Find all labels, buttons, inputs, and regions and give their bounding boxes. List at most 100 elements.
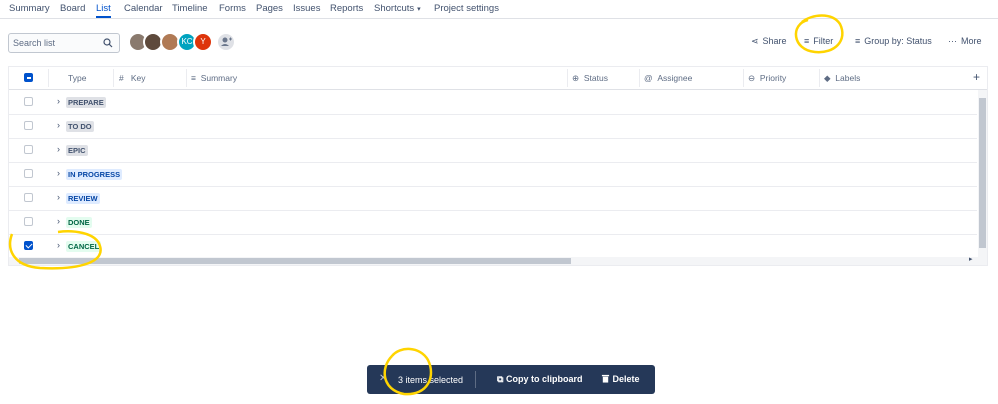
column-header-labels-label: Labels [835, 73, 861, 83]
row-checkbox[interactable] [24, 97, 33, 106]
chevron-right-icon[interactable]: › [57, 144, 60, 154]
search-field[interactable] [8, 33, 120, 53]
chevron-right-icon[interactable]: › [57, 168, 60, 178]
active-tab-indicator [96, 16, 111, 18]
scroll-right-arrow-icon[interactable]: ▸ [969, 255, 973, 263]
status-lozenge: TO DO [66, 121, 94, 132]
row-checkbox[interactable] [24, 193, 33, 202]
tag-icon: ◆ [824, 73, 831, 83]
search-icon [103, 38, 113, 48]
row-checkbox[interactable] [24, 121, 33, 130]
nav-forms[interactable]: Forms [219, 3, 246, 14]
group-row-prepare[interactable]: › PREPARE [9, 90, 977, 115]
group-row-done[interactable]: › DONE [9, 210, 977, 235]
row-checkbox[interactable] [24, 169, 33, 178]
summary-icon: ≡ [191, 73, 196, 83]
nav-shortcuts-label: Shortcuts [374, 3, 415, 14]
status-lozenge: IN PROGRESS [66, 169, 123, 180]
delete-button[interactable]: Delete [601, 374, 640, 384]
group-by-button[interactable]: ≡ Group by: Status [855, 36, 932, 46]
copy-to-clipboard-button[interactable]: ⧉ Copy to clipboard [497, 374, 582, 385]
column-header-status-label: Status [583, 73, 608, 83]
column-header-summary-label: Summary [200, 73, 238, 83]
scrollbar-thumb[interactable] [979, 98, 986, 248]
add-people-button[interactable] [216, 32, 236, 52]
column-header-summary[interactable]: ≡ Summary [191, 73, 237, 83]
column-header-status[interactable]: ⊕ Status [572, 73, 608, 84]
column-header-labels[interactable]: ◆ Labels [824, 73, 860, 84]
share-icon: ⋖ [751, 36, 759, 46]
more-button[interactable]: ··· More [948, 36, 982, 46]
at-icon: @ [644, 73, 653, 83]
add-person-icon [221, 37, 232, 46]
add-column-button[interactable]: + [973, 70, 980, 84]
issue-list-table: Type # Key ≡ Summary ⊕ Status @ Assignee… [8, 66, 988, 266]
column-divider [743, 69, 744, 87]
row-checkbox[interactable] [24, 217, 33, 226]
chevron-right-icon[interactable]: › [57, 192, 60, 202]
search-input[interactable] [13, 37, 97, 49]
nav-board[interactable]: Board [60, 3, 85, 14]
priority-icon: ⊖ [748, 73, 756, 83]
nav-calendar[interactable]: Calendar [124, 3, 163, 14]
filter-button[interactable]: ≡ Filter [804, 36, 833, 46]
group-by-label: Group by: Status [864, 36, 932, 46]
group-row-in-progress[interactable]: › IN PROGRESS [9, 162, 977, 187]
chevron-right-icon[interactable]: › [57, 120, 60, 130]
column-header-key[interactable]: # Key [119, 73, 145, 83]
nav-reports[interactable]: Reports [330, 3, 363, 14]
nav-summary[interactable]: Summary [9, 3, 50, 14]
status-lozenge: PREPARE [66, 97, 106, 108]
selected-count: 3 items selected [398, 375, 464, 385]
project-nav: Summary Board List Calendar Timeline For… [0, 0, 998, 19]
nav-issues[interactable]: Issues [293, 3, 320, 14]
filter-label: Filter [813, 36, 834, 46]
column-divider [567, 69, 568, 87]
column-divider [186, 69, 187, 87]
column-header-priority[interactable]: ⊖ Priority [748, 73, 786, 84]
nav-project-settings[interactable]: Project settings [434, 3, 499, 14]
annotation-circle-filter [794, 14, 844, 54]
nav-pages[interactable]: Pages [256, 3, 283, 14]
nav-shortcuts[interactable]: Shortcuts ▾ [374, 3, 421, 14]
close-icon[interactable]: ✕ [379, 373, 387, 384]
status-lozenge: DONE [66, 217, 92, 228]
status-lozenge: REVIEW [66, 193, 100, 204]
share-label: Share [762, 36, 787, 46]
group-row-review[interactable]: › REVIEW [9, 186, 977, 211]
column-header-type[interactable]: Type [68, 73, 86, 83]
column-header-priority-label: Priority [759, 73, 787, 83]
more-label: More [961, 36, 982, 46]
column-header-assignee-label: Assignee [657, 73, 693, 83]
delete-label: Delete [612, 374, 640, 384]
trash-icon [601, 374, 610, 383]
column-header-assignee[interactable]: @ Assignee [644, 73, 692, 83]
chevron-right-icon[interactable]: › [57, 96, 60, 106]
select-all-checkbox[interactable] [24, 73, 33, 82]
status-lozenge: CANCEL [66, 241, 102, 252]
hash-icon: # [119, 73, 124, 83]
divider [475, 371, 476, 388]
more-icon: ··· [948, 36, 957, 46]
nav-list[interactable]: List [96, 3, 111, 14]
chevron-down-icon: ▾ [417, 6, 421, 13]
group-row-todo[interactable]: › TO DO [9, 114, 977, 139]
group-row-cancel[interactable]: › CANCEL [9, 234, 977, 258]
column-divider [639, 69, 640, 87]
row-checkbox[interactable] [24, 241, 33, 250]
scrollbar-thumb[interactable] [19, 258, 571, 264]
table-header: Type # Key ≡ Summary ⊕ Status @ Assignee… [9, 67, 987, 90]
share-button[interactable]: ⋖ Share [751, 36, 787, 47]
nav-timeline[interactable]: Timeline [172, 3, 208, 14]
column-divider [819, 69, 820, 87]
horizontal-scrollbar[interactable]: ▸ [9, 255, 987, 265]
row-checkbox[interactable] [24, 145, 33, 154]
chevron-right-icon[interactable]: › [57, 240, 60, 250]
avatar[interactable]: Y [193, 32, 213, 52]
group-row-epic[interactable]: › EPIC [9, 138, 977, 163]
group-icon: ≡ [855, 36, 861, 46]
selection-action-bar: ✕ 3 items selected ⧉ Copy to clipboard D… [367, 365, 655, 394]
column-divider [48, 69, 49, 87]
chevron-right-icon[interactable]: › [57, 216, 60, 226]
vertical-scrollbar[interactable] [978, 90, 987, 257]
